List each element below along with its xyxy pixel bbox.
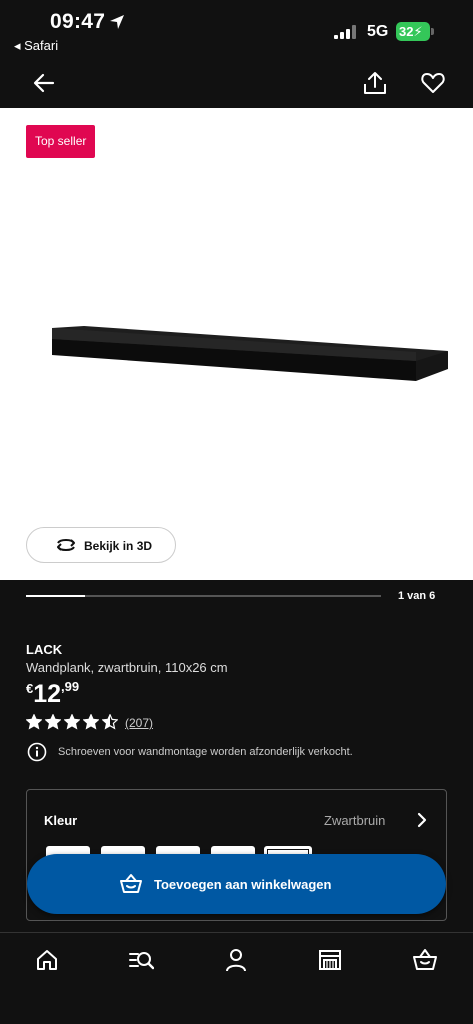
person-icon[interactable]: [223, 947, 249, 973]
battery-cap: [431, 28, 434, 35]
battery-indicator: 32⚡: [396, 22, 430, 41]
star-full-icon: [83, 714, 99, 730]
battery-level: 32: [399, 24, 414, 39]
product-description: Wandplank, zwartbruin, 110x26 cm: [26, 660, 228, 675]
back-to-safari-link[interactable]: ◂ Safari: [14, 38, 58, 54]
image-page-counter: 1 van 6: [398, 590, 436, 602]
star-full-icon: [45, 714, 61, 730]
rotate-3d-icon: [57, 539, 75, 551]
basket-icon[interactable]: [412, 947, 438, 973]
progress-fill: [26, 595, 86, 597]
app-header: [0, 58, 473, 108]
color-label: Kleur: [44, 813, 78, 828]
location-arrow-icon: [110, 15, 124, 29]
price-decimal: ,99: [61, 679, 80, 694]
top-seller-badge: Top seller: [26, 125, 96, 158]
view-3d-label: Bekijk in 3D: [84, 539, 153, 553]
share-icon[interactable]: [362, 70, 388, 96]
add-to-cart-button[interactable]: Toevoegen aan winkelwagen: [27, 854, 446, 914]
product-price: €12,99: [26, 679, 79, 709]
chevron-right-icon[interactable]: [414, 810, 430, 830]
bottom-navigation: [0, 932, 473, 1024]
star-full-icon: [26, 714, 42, 730]
star-full-icon: [64, 714, 80, 730]
signal-icon: [334, 25, 356, 39]
store-icon[interactable]: [317, 947, 343, 973]
add-to-cart-label: Toevoegen aan winkelwagen: [154, 877, 332, 892]
charging-icon: ⚡: [413, 24, 423, 39]
search-icon[interactable]: [128, 947, 154, 973]
status-bar: 09:47 ◂ Safari 5G 32⚡: [0, 0, 473, 58]
image-carousel-progress: [26, 595, 381, 597]
status-time: 09:47: [50, 10, 106, 33]
home-icon[interactable]: [34, 947, 60, 973]
product-name: LACK: [26, 642, 63, 657]
color-value: Zwartbruin: [324, 813, 386, 828]
mounting-notice: Schroeven voor wandmontage worden afzond…: [58, 746, 353, 758]
heart-icon[interactable]: [420, 70, 446, 96]
product-image-shelf: [52, 326, 448, 381]
basket-icon: [120, 874, 142, 893]
star-half-icon: [102, 714, 118, 730]
product-media[interactable]: Top seller Bekijk in 3D: [0, 108, 473, 580]
arrow-left-icon[interactable]: [31, 70, 57, 96]
network-type: 5G: [367, 23, 389, 40]
view-3d-button[interactable]: Bekijk in 3D: [26, 527, 176, 563]
review-count-link[interactable]: (207): [125, 716, 153, 730]
info-icon: [27, 742, 47, 762]
price-integer: 12: [33, 680, 62, 708]
